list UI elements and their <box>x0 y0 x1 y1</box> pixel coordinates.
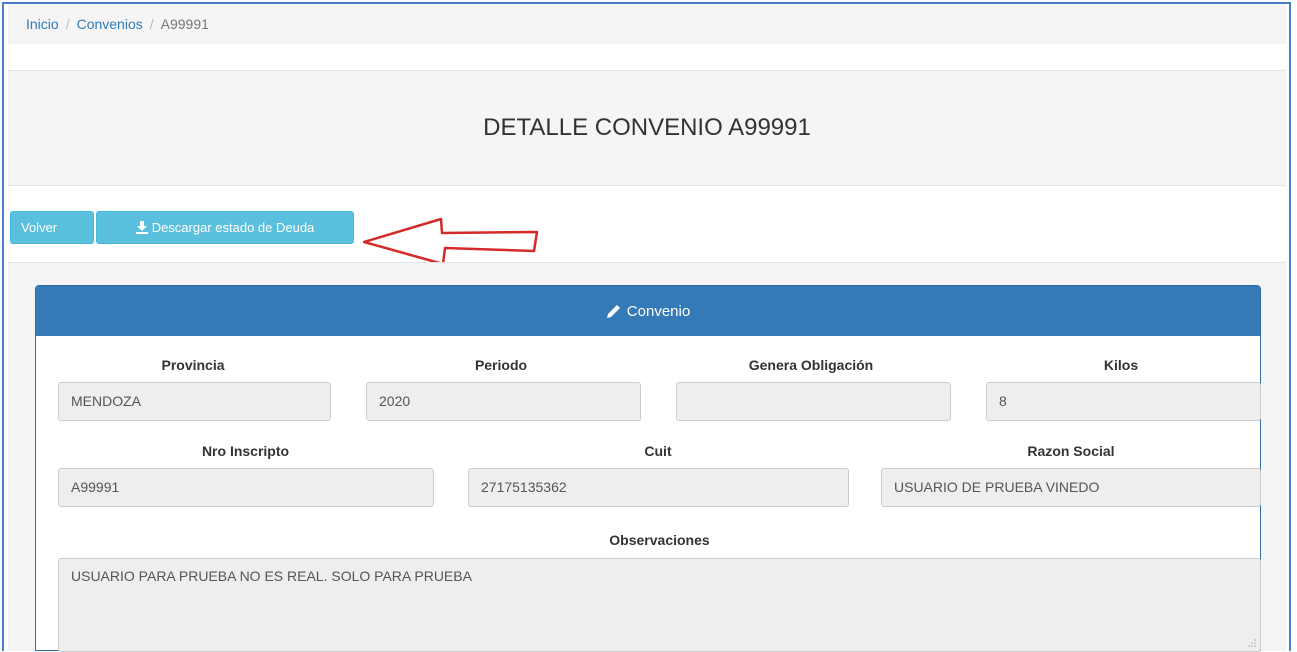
panel-heading: Convenio <box>36 286 1260 336</box>
breadcrumb-inicio[interactable]: Inicio <box>26 16 59 32</box>
observaciones-textarea[interactable]: USUARIO PARA PRUEBA NO ES REAL. SOLO PAR… <box>58 558 1261 652</box>
breadcrumb-separator: / <box>149 16 154 32</box>
label-cuit: Cuit <box>644 443 672 459</box>
breadcrumb-current: A99991 <box>160 16 209 32</box>
label-provincia: Provincia <box>161 357 225 373</box>
label-kilos: Kilos <box>1103 357 1139 373</box>
cuit-field[interactable]: 27175135362 <box>468 468 849 507</box>
breadcrumb-separator: / <box>65 16 70 32</box>
breadcrumb-convenios[interactable]: Convenios <box>77 16 143 32</box>
label-observaciones: Observaciones <box>609 532 710 548</box>
periodo-field[interactable]: 2020 <box>366 382 641 421</box>
breadcrumb: Inicio / Convenios / A99991 <box>8 4 1286 44</box>
nro-inscripto-field[interactable]: A99991 <box>58 468 434 507</box>
download-icon <box>135 221 148 234</box>
genera-obligacion-field[interactable] <box>676 382 951 421</box>
label-nro-inscripto: Nro Inscripto <box>201 443 290 459</box>
kilos-field[interactable]: 8 <box>986 382 1261 421</box>
razon-social-field[interactable]: USUARIO DE PRUEBA VINEDO <box>881 468 1261 507</box>
descargar-label: Descargar estado de Deuda <box>151 220 315 235</box>
observaciones-text: USUARIO PARA PRUEBA NO ES REAL. SOLO PAR… <box>71 568 472 584</box>
pencil-icon <box>606 304 620 318</box>
content-well: Convenio Provincia Periodo Genera Obliga… <box>8 262 1286 652</box>
action-bar: Volver Descargar estado de Deuda <box>8 186 1286 266</box>
panel-title: Convenio <box>626 302 691 320</box>
descargar-estado-deuda-button[interactable]: Descargar estado de Deuda <box>96 211 354 244</box>
page-title: DETALLE CONVENIO A99991 <box>483 114 811 141</box>
provincia-field[interactable]: MENDOZA <box>58 382 331 421</box>
title-section: DETALLE CONVENIO A99991 <box>8 70 1286 186</box>
convenio-panel: Convenio Provincia Periodo Genera Obliga… <box>35 285 1261 652</box>
resize-grip-icon[interactable] <box>1248 639 1256 647</box>
label-razon-social: Razon Social <box>1027 443 1115 459</box>
volver-button[interactable]: Volver <box>10 211 94 244</box>
label-genera-obligacion: Genera Obligación <box>748 357 874 373</box>
label-periodo: Periodo <box>474 357 528 373</box>
red-arrow-annotation <box>363 217 539 266</box>
